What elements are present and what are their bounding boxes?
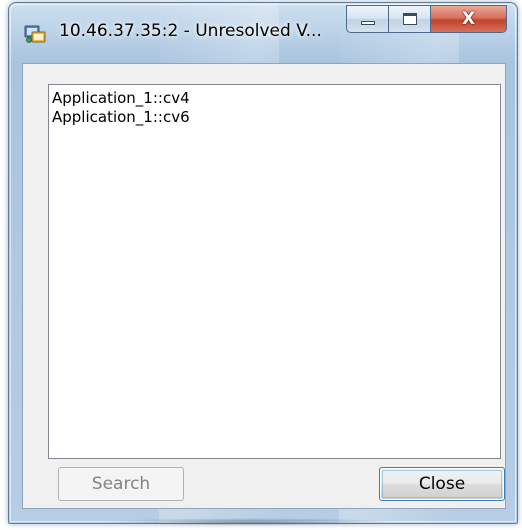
minimize-icon (361, 21, 375, 25)
unresolved-variables-list[interactable]: Application_1::cv4 Application_1::cv6 (48, 84, 501, 459)
maximize-button[interactable] (388, 5, 431, 33)
close-button[interactable]: Close (379, 467, 505, 501)
maximize-icon (403, 13, 417, 25)
search-button[interactable]: Search (58, 467, 184, 501)
screen: 10.46.37.35:2 - Unresolved V... X Applic… (0, 0, 522, 530)
close-button-label: Close (418, 474, 466, 494)
close-window-button[interactable]: X (431, 5, 507, 33)
close-icon: X (461, 9, 476, 29)
list-item[interactable]: Application_1::cv6 (52, 108, 497, 127)
caption-buttons: X (346, 5, 511, 35)
network-app-icon (24, 24, 46, 44)
title-bar[interactable]: 10.46.37.35:2 - Unresolved V... X (9, 3, 517, 59)
search-button-label: Search (91, 474, 151, 494)
list-item[interactable]: Application_1::cv4 (52, 89, 497, 108)
dialog-window: 10.46.37.35:2 - Unresolved V... X Applic… (8, 2, 518, 524)
minimize-button[interactable] (346, 5, 388, 33)
dialog-client-area: Application_1::cv4 Application_1::cv6 Se… (22, 63, 506, 509)
window-title: 10.46.37.35:2 - Unresolved V... (59, 21, 322, 41)
